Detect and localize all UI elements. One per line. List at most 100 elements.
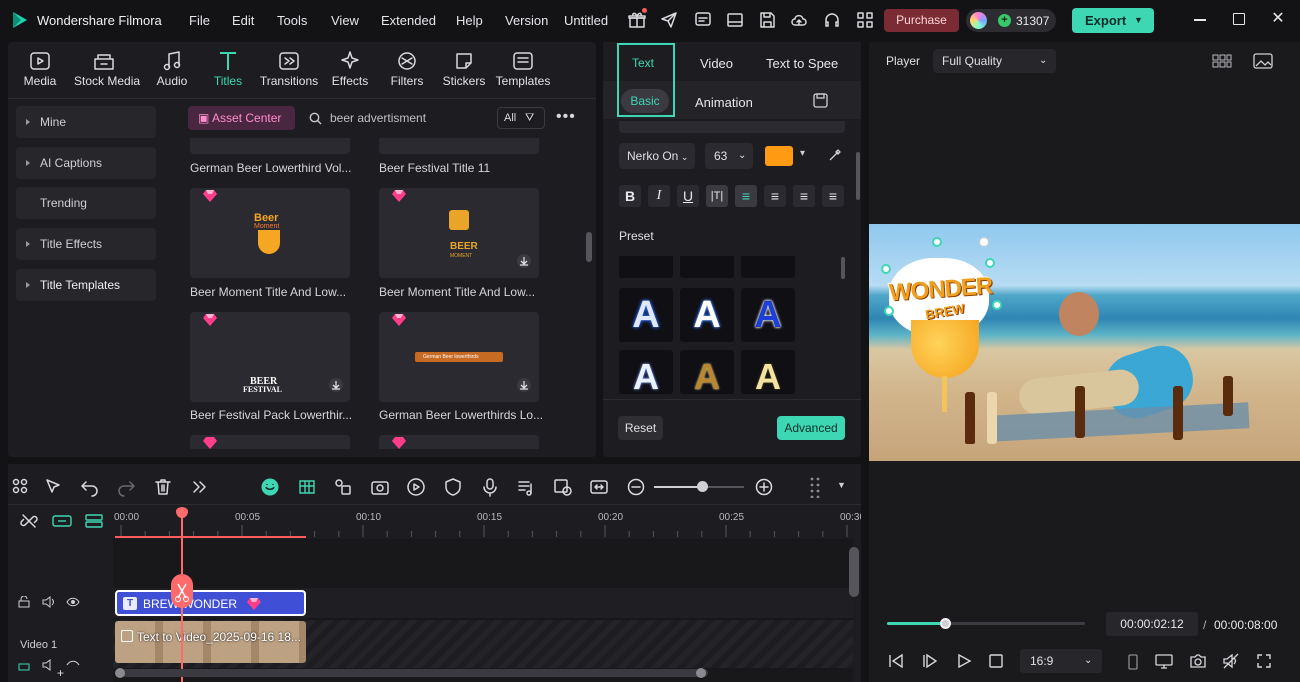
selection-handle[interactable] (992, 300, 1002, 310)
apps-grid-icon[interactable] (856, 11, 874, 29)
display-icon[interactable] (1155, 653, 1173, 669)
sidebar-item-trending[interactable]: Trending (16, 187, 156, 219)
category-transitions[interactable]: Transitions (259, 44, 319, 100)
title-clip[interactable]: T BREW WONDER (115, 590, 306, 616)
speaker-icon[interactable] (42, 596, 56, 608)
text-input-box[interactable] (619, 121, 845, 133)
menu-extended[interactable]: Extended (381, 13, 436, 28)
timeline-horizontal-scrollbar[interactable] (118, 669, 708, 677)
layout-grid-icon[interactable] (11, 477, 31, 497)
menu-view[interactable]: View (331, 13, 359, 28)
motion-track-icon[interactable] (370, 477, 390, 497)
selection-handle[interactable] (985, 258, 995, 268)
purchase-button[interactable]: Purchase (884, 9, 959, 32)
grid-view-icon[interactable] (1212, 53, 1232, 69)
shield-icon[interactable] (443, 477, 463, 497)
preset-scrollbar[interactable] (841, 257, 845, 279)
redo-icon[interactable] (116, 477, 136, 497)
select-cursor-icon[interactable] (44, 477, 64, 497)
filter-dropdown[interactable]: All ⛛ (497, 107, 545, 129)
track-options-icon[interactable] (808, 476, 824, 498)
menu-help[interactable]: Help (456, 13, 483, 28)
track-manager-icon[interactable] (84, 513, 104, 529)
menu-version[interactable]: Version (505, 13, 548, 28)
more-tools-chevron-icon[interactable] (190, 477, 210, 497)
ai-face-icon[interactable] (260, 477, 280, 497)
preset-partial[interactable] (680, 256, 734, 278)
preset-style[interactable]: A (619, 350, 673, 397)
size-dropdown[interactable]: 63 ⌄ (705, 143, 753, 169)
minimize-button[interactable] (1194, 19, 1206, 21)
fullscreen-icon[interactable] (1256, 653, 1272, 669)
italic-button[interactable]: I (648, 185, 670, 207)
layout-icon[interactable] (726, 11, 744, 29)
text-spacing-button[interactable]: |T| (706, 185, 728, 207)
camera-icon[interactable] (1189, 653, 1207, 669)
align-center-button[interactable]: ≡ (764, 185, 786, 207)
delete-trash-icon[interactable] (153, 477, 173, 497)
preset-partial[interactable] (741, 256, 795, 278)
reset-button[interactable]: Reset (618, 416, 663, 440)
selection-handle[interactable] (932, 237, 942, 247)
menu-edit[interactable]: Edit (232, 13, 254, 28)
add-track-icon[interactable]: + (57, 666, 64, 680)
eye-icon[interactable] (66, 660, 80, 670)
align-right-button[interactable]: ≡ (793, 185, 815, 207)
menu-file[interactable]: File (189, 13, 210, 28)
export-button[interactable]: Export ▼ (1072, 8, 1154, 33)
asset-center-button[interactable]: ▣ Asset Center (188, 106, 295, 130)
restore-button[interactable] (1233, 13, 1245, 25)
close-button[interactable]: ✕ (1270, 10, 1286, 28)
unlink-icon[interactable] (20, 512, 38, 530)
preset-style[interactable]: A (741, 288, 795, 342)
zoom-out-icon[interactable] (626, 477, 646, 497)
video-preview[interactable]: WONDER BREW (869, 224, 1300, 461)
cloud-upload-icon[interactable] (790, 11, 808, 29)
category-stickers[interactable]: Stickers (434, 44, 494, 100)
timeline-vertical-scrollbar[interactable] (849, 547, 859, 597)
feedback-icon[interactable] (694, 11, 712, 29)
mute-speaker-icon[interactable] (1222, 653, 1240, 669)
speaker-icon[interactable] (42, 659, 56, 671)
current-time[interactable]: 00:00:02:12 (1106, 612, 1198, 636)
scrollbar-right-handle[interactable] (696, 668, 706, 678)
split-scissors-icon[interactable] (170, 574, 193, 608)
microphone-icon[interactable] (480, 477, 500, 497)
lock-icon[interactable] (18, 596, 30, 608)
category-titles[interactable]: Titles (198, 44, 258, 100)
props-scrollbar[interactable] (856, 152, 860, 200)
chevron-down-icon[interactable]: ▾ (800, 148, 805, 159)
credits-badge[interactable]: + 31307 (966, 9, 1056, 32)
fit-timeline-icon[interactable] (589, 477, 609, 497)
preset-partial[interactable] (619, 256, 673, 278)
menu-tools[interactable]: Tools (277, 13, 307, 28)
preset-style[interactable]: A (619, 288, 673, 342)
next-frame-icon[interactable] (921, 653, 939, 669)
quality-dropdown[interactable]: Full Quality ⌄ (933, 49, 1056, 73)
aspect-ratio-dropdown[interactable]: 16:9 ⌄ (1020, 649, 1102, 673)
snap-magnet-icon[interactable] (297, 477, 317, 497)
rotation-handle[interactable] (979, 237, 989, 247)
align-justify-button[interactable]: ≡ (822, 185, 844, 207)
stop-icon[interactable] (988, 653, 1004, 669)
download-icon[interactable] (516, 253, 532, 269)
send-icon[interactable] (660, 11, 678, 29)
save-icon[interactable] (758, 11, 776, 29)
thumbnail-partial[interactable] (379, 138, 539, 154)
save-preset-icon[interactable] (813, 93, 828, 108)
mark-in-icon[interactable] (1126, 654, 1140, 670)
chevron-down-icon[interactable]: ▼ (837, 480, 846, 490)
undo-icon[interactable] (80, 477, 100, 497)
color-swatch[interactable] (765, 146, 793, 166)
advanced-button[interactable]: Advanced (777, 416, 845, 440)
category-filters[interactable]: Filters (377, 44, 437, 100)
zoom-in-icon[interactable] (754, 477, 774, 497)
category-stock-media[interactable]: Stock Media (74, 44, 140, 100)
play-icon[interactable] (955, 653, 973, 669)
previous-frame-icon[interactable] (887, 653, 905, 669)
sidebar-item-title-effects[interactable]: Title Effects (16, 228, 156, 260)
download-icon[interactable] (328, 377, 344, 393)
tab-video[interactable]: Video (700, 56, 733, 71)
thumbnail-partial[interactable] (190, 138, 350, 154)
keyframe-icon[interactable] (333, 477, 353, 497)
